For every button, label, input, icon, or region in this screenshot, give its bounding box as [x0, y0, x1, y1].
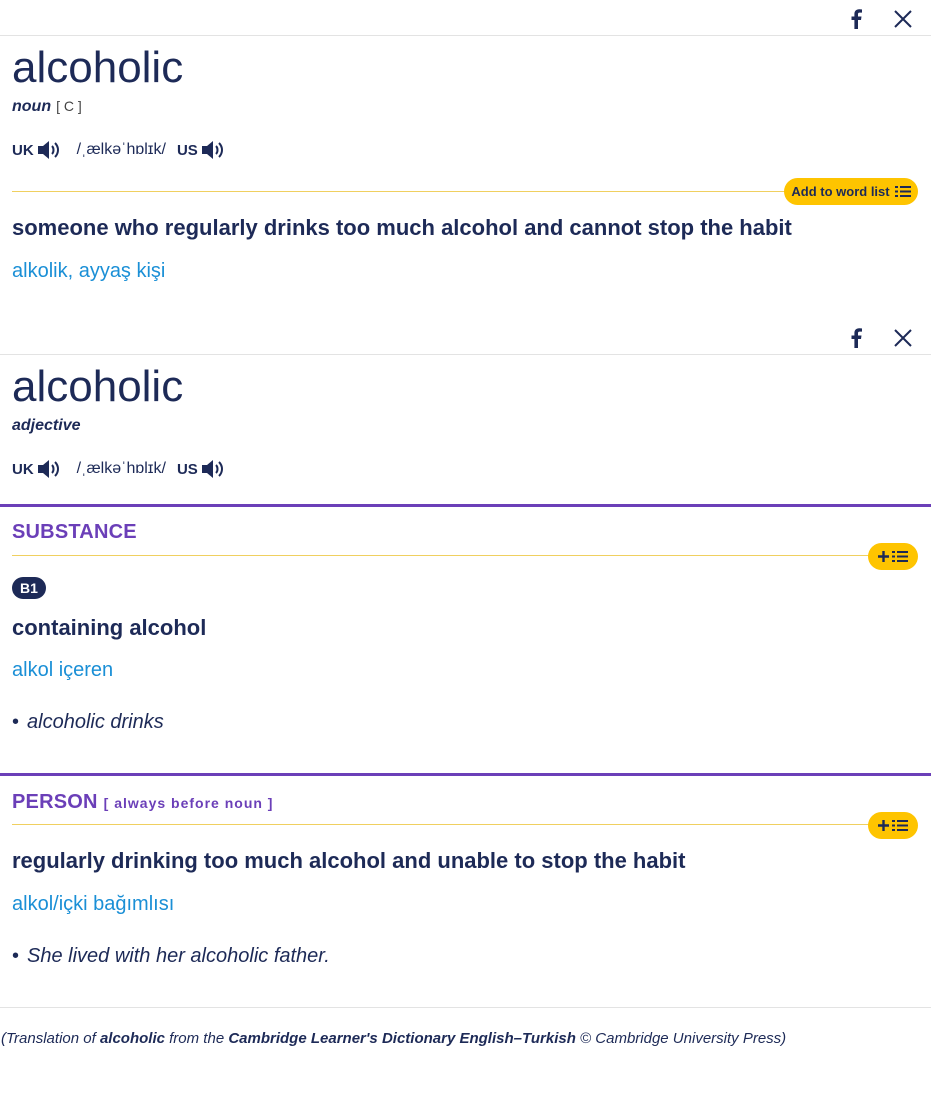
citation-prefix: (Translation of	[1, 1030, 100, 1047]
share-bar	[850, 328, 912, 348]
list-icon	[892, 551, 908, 562]
guideword-label: PERSON	[12, 791, 98, 813]
add-to-word-list-button[interactable]	[868, 543, 918, 570]
citation-suffix: © Cambridge University Press)	[575, 1030, 787, 1047]
share-bar	[850, 9, 912, 29]
add-to-word-list-button[interactable]	[868, 812, 918, 839]
example: • alcoholic drinks	[12, 711, 164, 734]
translation: alkol içeren	[12, 659, 114, 681]
divider	[12, 191, 792, 192]
example: • She lived with her alcoholic father.	[12, 945, 330, 968]
citation-word: alcoholic	[99, 1030, 165, 1047]
x-icon[interactable]	[894, 329, 912, 347]
plus-icon	[878, 551, 889, 562]
us-label: US	[176, 460, 198, 478]
divider	[12, 824, 870, 825]
example-text: alcoholic drinks	[27, 711, 164, 733]
divider	[0, 1007, 931, 1008]
part-of-speech: adjective	[12, 417, 81, 434]
divider	[12, 555, 870, 556]
grammar-note: [ always before noun ]	[103, 795, 274, 811]
definition: someone who regularly drinks too much al…	[12, 215, 792, 240]
ipa: /ˌælkəˈhɒlɪk/	[76, 141, 166, 158]
facebook-icon[interactable]	[850, 328, 862, 348]
speaker-icon[interactable]	[201, 458, 225, 480]
list-icon	[894, 186, 911, 197]
headword: alcoholic	[12, 43, 184, 92]
list-icon	[892, 820, 908, 831]
speaker-icon[interactable]	[37, 139, 61, 161]
citation-source: Cambridge Learner's Dictionary English–T…	[228, 1030, 576, 1047]
citation: (Translation of alcoholic from the Cambr…	[1, 1030, 786, 1047]
pronunciation: UK /ˌælkəˈhɒlɪk/ US	[12, 139, 225, 161]
guideword: SUBSTANCE	[12, 521, 137, 543]
add-to-word-list-button[interactable]: Add to word list	[784, 178, 918, 205]
sense-divider	[0, 504, 931, 507]
pronunciation: UK /ˌælkəˈhɒlɪk/ US	[12, 458, 225, 480]
ipa: /ˌælkəˈhɒlɪk/	[76, 460, 166, 477]
headword: alcoholic	[12, 362, 184, 411]
divider	[0, 35, 931, 36]
speaker-icon[interactable]	[201, 139, 225, 161]
sense-divider	[0, 773, 931, 776]
example-text: She lived with her alcoholic father.	[27, 945, 330, 967]
level-badge[interactable]: B1	[12, 577, 46, 599]
pos-label: noun	[12, 98, 52, 115]
x-icon[interactable]	[894, 10, 912, 28]
translation: alkol/içki bağımlısı	[12, 893, 175, 915]
guideword: PERSON [ always before noun ]	[12, 791, 273, 814]
definition: regularly drinking too much alcohol and …	[12, 848, 686, 873]
facebook-icon[interactable]	[850, 9, 862, 29]
add-to-word-list-label: Add to word list	[791, 184, 890, 199]
uk-label: UK	[12, 460, 34, 478]
part-of-speech: noun[ C ]	[12, 98, 82, 116]
translation: alkolik, ayyaş kişi	[12, 260, 166, 282]
plus-icon	[878, 820, 889, 831]
citation-middle: from the	[164, 1030, 229, 1047]
definition: containing alcohol	[12, 615, 207, 640]
speaker-icon[interactable]	[37, 458, 61, 480]
bullet: •	[12, 711, 20, 733]
bullet: •	[12, 945, 20, 967]
grammar-code: [ C ]	[56, 98, 82, 114]
us-label: US	[176, 141, 198, 159]
divider	[0, 354, 931, 355]
uk-label: UK	[12, 141, 34, 159]
